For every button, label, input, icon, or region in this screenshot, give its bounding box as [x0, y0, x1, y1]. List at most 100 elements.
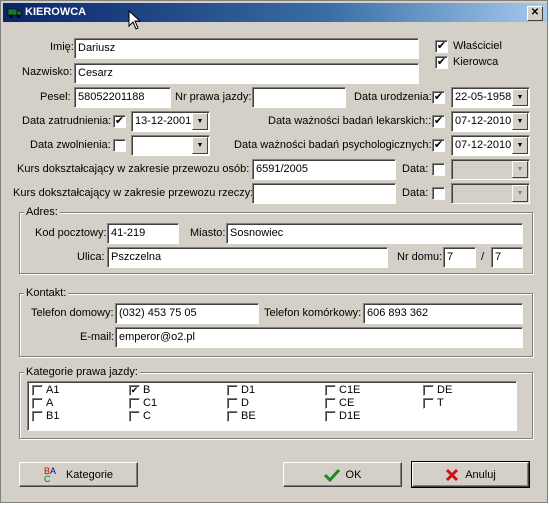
- kierowca-checkbox[interactable]: ✔: [435, 56, 448, 69]
- kategoria-item-b1[interactable]: B1: [32, 410, 59, 422]
- kategoria-checkbox[interactable]: [227, 397, 238, 409]
- pesel-input[interactable]: 58052201188: [74, 87, 171, 108]
- chevron-down-icon[interactable]: ▼: [512, 113, 528, 130]
- data-zatrudnienia-label: Data zatrudnienia:: [22, 115, 112, 127]
- chevron-down-icon[interactable]: ▼: [512, 137, 528, 154]
- kurs-rzeczy-data-label: Data:: [402, 187, 429, 199]
- kategoria-checkbox[interactable]: [129, 410, 140, 422]
- data-zwolnienia-picker[interactable]: ▼: [131, 135, 210, 156]
- badania-psych-value: 07-12-2010: [455, 139, 512, 151]
- nr-domu-separator: /: [481, 251, 485, 263]
- kurs-osob-label: Kurs dokształcający w zakresie przewozu …: [17, 163, 250, 175]
- kategoria-item-c1[interactable]: C1: [129, 397, 157, 409]
- data-urodzenia-label: Data urodzenia:: [354, 91, 432, 103]
- kategoria-label: D1: [241, 384, 256, 396]
- kurs-osob-input[interactable]: 6591/2005: [252, 159, 396, 180]
- badania-psych-picker[interactable]: 07-12-2010 ▼: [451, 135, 530, 156]
- nr-lokalu-input[interactable]: 7: [491, 247, 523, 268]
- kurs-rzeczy-date-picker[interactable]: ▼: [451, 183, 530, 204]
- kurs-rzeczy-checkbox[interactable]: [432, 187, 445, 200]
- anuluj-button[interactable]: Anuluj: [411, 461, 530, 488]
- nr-domu-input[interactable]: 7: [443, 247, 476, 268]
- badania-psych-checkbox[interactable]: ✔: [432, 139, 445, 152]
- mouse-cursor-icon: [128, 10, 142, 30]
- email-input[interactable]: emperor@o2.pl: [115, 327, 523, 348]
- title-bar[interactable]: KIEROWCA ✕: [3, 3, 547, 22]
- imie-input[interactable]: Dariusz: [74, 38, 419, 59]
- kategoria-checkbox[interactable]: [423, 397, 434, 409]
- kurs-osob-date-picker[interactable]: ▼: [451, 159, 530, 180]
- kategoria-checkbox[interactable]: [423, 384, 434, 396]
- data-zatrudnienia-checkbox[interactable]: ✔: [113, 115, 126, 128]
- kategoria-label: D1E: [339, 410, 361, 422]
- ulica-input[interactable]: Pszczelna: [107, 247, 388, 268]
- tel-komorkowy-input[interactable]: 606 893 362: [363, 303, 523, 324]
- nr-prawa-input[interactable]: [252, 87, 346, 108]
- kategoria-checkbox[interactable]: [325, 397, 336, 409]
- kategoria-label: B1: [46, 410, 60, 422]
- kurs-rzeczy-label: Kurs dokształcający w zakresie przewozu …: [13, 187, 254, 199]
- kategoria-item-t[interactable]: T: [423, 397, 444, 409]
- kategoria-item-be[interactable]: BE: [227, 410, 256, 422]
- kategoria-checkbox[interactable]: [32, 384, 43, 396]
- kategoria-item-d1e[interactable]: D1E: [325, 410, 360, 422]
- data-urodzenia-checkbox[interactable]: ✔: [432, 91, 445, 104]
- chevron-down-icon[interactable]: ▼: [512, 185, 528, 202]
- kategoria-item-de[interactable]: DE: [423, 384, 452, 396]
- ok-button[interactable]: OK: [283, 462, 402, 487]
- kategoria-item-a1[interactable]: A1: [32, 384, 59, 396]
- abc-icon: BA C: [43, 465, 56, 484]
- kod-pocztowy-input[interactable]: 41-219: [107, 223, 179, 244]
- data-zwolnienia-label: Data zwolnienia:: [30, 139, 111, 151]
- data-urodzenia-picker[interactable]: 22-05-1958 ▼: [451, 87, 530, 108]
- badania-lekarskie-picker[interactable]: 07-12-2010 ▼: [451, 111, 530, 132]
- kategoria-checkbox[interactable]: [32, 397, 43, 409]
- kategoria-checkbox[interactable]: [129, 397, 140, 409]
- kategoria-checkbox[interactable]: [227, 384, 238, 396]
- kategoria-item-d[interactable]: D: [227, 397, 249, 409]
- miasto-label: Miasto:: [190, 227, 226, 239]
- kategorie-list: A1 A B1 ✔ B C1 C D1 D BE C1E CE D1E DE T: [27, 381, 517, 431]
- kategoria-label: D: [241, 397, 249, 409]
- kategoria-checkbox[interactable]: [325, 384, 336, 396]
- nr-prawa-label: Nr prawa jazdy:: [175, 91, 252, 103]
- miasto-input[interactable]: Sosnowiec: [226, 223, 523, 244]
- kategoria-label: DE: [437, 384, 453, 396]
- pesel-label: Pesel:: [40, 91, 71, 103]
- kategoria-checkbox[interactable]: [227, 410, 238, 422]
- nazwisko-input[interactable]: Cesarz: [74, 63, 419, 84]
- data-zwolnienia-checkbox[interactable]: [113, 139, 126, 152]
- kurs-rzeczy-input[interactable]: [252, 183, 396, 204]
- wlasciciel-checkbox[interactable]: ✔: [435, 40, 448, 53]
- kierowca-label: Kierowca: [453, 56, 499, 68]
- kategoria-item-d1[interactable]: D1: [227, 384, 255, 396]
- anuluj-button-label: Anuluj: [465, 468, 496, 481]
- badania-lekarskie-checkbox[interactable]: ✔: [432, 115, 445, 128]
- chevron-down-icon[interactable]: ▼: [192, 137, 208, 154]
- imie-label: Imię:: [50, 41, 74, 53]
- kategoria-item-a[interactable]: A: [32, 397, 53, 409]
- adres-group-label: Adres:: [24, 206, 60, 218]
- kategoria-label: C: [143, 410, 151, 422]
- data-urodzenia-value: 22-05-1958: [455, 91, 512, 103]
- email-label: E-mail:: [80, 331, 115, 343]
- close-button[interactable]: ✕: [527, 6, 543, 21]
- tel-domowy-input[interactable]: (032) 453 75 05: [115, 303, 259, 324]
- nazwisko-label: Nazwisko:: [22, 66, 73, 78]
- kategoria-checkbox[interactable]: [32, 410, 43, 422]
- kategoria-checkbox[interactable]: [325, 410, 336, 422]
- kurs-osob-checkbox[interactable]: [432, 163, 445, 176]
- kategorie-button-label: Kategorie: [65, 468, 114, 481]
- kategoria-item-c1e[interactable]: C1E: [325, 384, 360, 396]
- tel-domowy-label: Telefon domowy:: [31, 307, 114, 319]
- chevron-down-icon[interactable]: ▼: [192, 113, 208, 130]
- chevron-down-icon[interactable]: ▼: [512, 161, 528, 178]
- badania-lekarskie-label: Data ważności badań lekarskich::: [268, 115, 432, 127]
- kategoria-checkbox[interactable]: ✔: [129, 384, 140, 396]
- kategoria-item-b[interactable]: ✔ B: [129, 384, 150, 396]
- kategoria-item-c[interactable]: C: [129, 410, 151, 422]
- data-zatrudnienia-picker[interactable]: 13-12-2001 ▼: [131, 111, 210, 132]
- kategoria-item-ce[interactable]: CE: [325, 397, 354, 409]
- chevron-down-icon[interactable]: ▼: [512, 89, 528, 106]
- kategorie-button[interactable]: BA C Kategorie: [19, 462, 138, 487]
